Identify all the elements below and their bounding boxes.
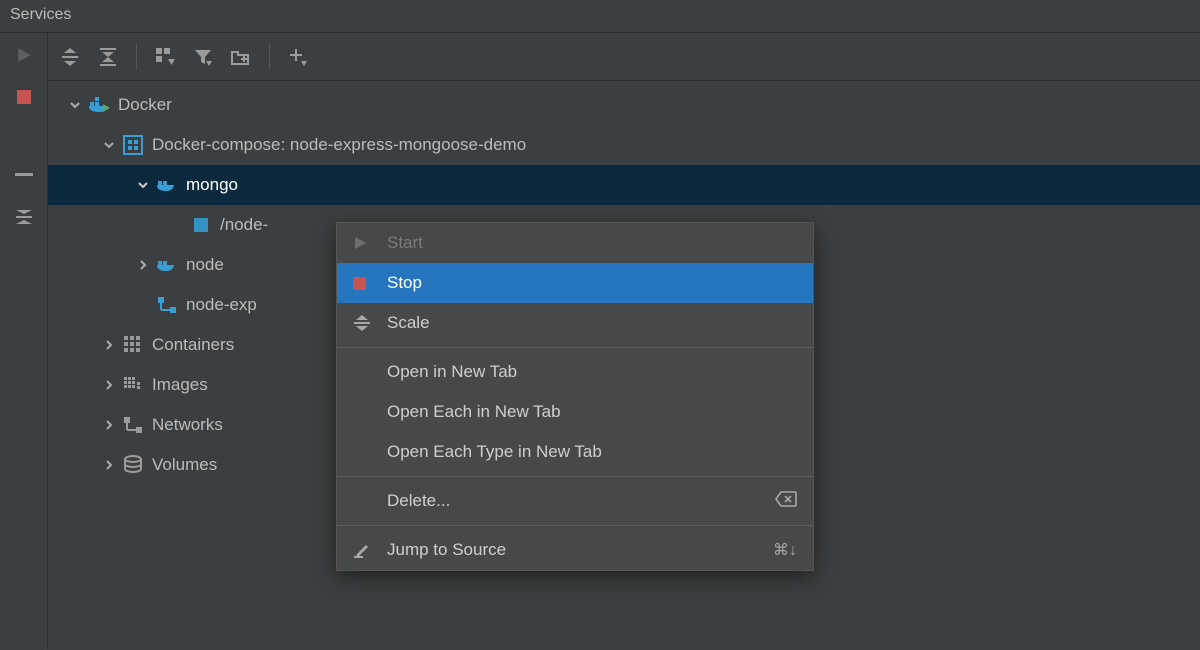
play-icon: [353, 233, 377, 253]
blank-icon: [353, 362, 377, 382]
vertical-toolbar: [0, 33, 48, 649]
expand-arrow-down-icon[interactable]: [66, 96, 84, 114]
menu-open-new-tab[interactable]: Open in New Tab: [337, 352, 813, 392]
tree-node-mongo[interactable]: mongo: [48, 165, 1200, 205]
blank-icon: [353, 491, 377, 511]
minimize-button[interactable]: [12, 163, 36, 187]
tree-node-label: Networks: [152, 415, 223, 435]
tree-node-label: node-exp: [186, 295, 257, 315]
compose-icon: [122, 134, 144, 156]
menu-start[interactable]: Start: [337, 223, 813, 263]
expand-arrow-right-icon[interactable]: [134, 256, 152, 274]
menu-item-label: Open Each Type in New Tab: [387, 442, 602, 462]
tree-node-label: Images: [152, 375, 208, 395]
tree-node-compose[interactable]: Docker-compose: node-express-mongoose-de…: [48, 125, 1200, 165]
menu-delete[interactable]: Delete...: [337, 481, 813, 521]
stop-button[interactable]: [12, 85, 36, 109]
menu-item-label: Open in New Tab: [387, 362, 517, 382]
settings-button[interactable]: [12, 205, 36, 229]
menu-shortcut: ⌘↓: [773, 540, 797, 560]
filter-icon: [194, 48, 212, 66]
collapse-all-button[interactable]: [94, 43, 122, 71]
menu-jump-to-source[interactable]: Jump to Source ⌘↓: [337, 530, 813, 570]
stop-icon: [17, 90, 31, 104]
menu-separator: [337, 525, 813, 526]
expand-window-icon: [14, 208, 34, 226]
toolbar-separator: [136, 44, 137, 70]
menu-open-each-type-new-tab[interactable]: Open Each Type in New Tab: [337, 432, 813, 472]
docker-service-icon: [156, 254, 178, 276]
docker-icon: [88, 94, 110, 116]
add-service-button[interactable]: [284, 43, 312, 71]
tree-node-label: Docker-compose: node-express-mongoose-de…: [152, 135, 526, 155]
containers-icon: [122, 334, 144, 356]
blank-icon: [353, 402, 377, 422]
minimize-icon: [15, 173, 33, 177]
network-icon: [122, 414, 144, 436]
expand-arrow-down-icon[interactable]: [100, 136, 118, 154]
menu-separator: [337, 347, 813, 348]
menu-item-label: Open Each in New Tab: [387, 402, 561, 422]
group-icon: [155, 47, 175, 67]
tree-node-label: node: [186, 255, 224, 275]
collapse-all-icon: [98, 47, 118, 67]
volumes-icon: [122, 454, 144, 476]
context-menu[interactable]: Start Stop Scale Open in New Tab Open Ea…: [336, 222, 814, 571]
expand-arrow-right-icon[interactable]: [100, 456, 118, 474]
menu-open-each-new-tab[interactable]: Open Each in New Tab: [337, 392, 813, 432]
menu-scale[interactable]: Scale: [337, 303, 813, 343]
container-running-icon: [190, 214, 212, 236]
menu-item-label: Scale: [387, 313, 430, 333]
stop-icon: [353, 273, 377, 293]
group-by-button[interactable]: [151, 43, 179, 71]
tree-node-label: Volumes: [152, 455, 217, 475]
toolbar-separator: [269, 44, 270, 70]
menu-stop[interactable]: Stop: [337, 263, 813, 303]
new-tab-icon: [230, 48, 252, 66]
menu-separator: [337, 476, 813, 477]
tree-node-label: /node-: [220, 215, 268, 235]
expand-all-button[interactable]: [56, 43, 84, 71]
images-icon: [122, 374, 144, 396]
menu-item-label: Start: [387, 233, 423, 253]
scale-icon: [353, 313, 377, 333]
blank-icon: [353, 442, 377, 462]
expand-arrow-down-icon[interactable]: [134, 176, 152, 194]
expand-arrow-right-icon[interactable]: [100, 376, 118, 394]
tree-node-docker[interactable]: Docker: [48, 85, 1200, 125]
run-button[interactable]: [12, 43, 36, 67]
filter-button[interactable]: [189, 43, 217, 71]
horizontal-toolbar: [48, 33, 1200, 81]
delete-key-icon: [775, 491, 797, 512]
network-icon: [156, 294, 178, 316]
docker-service-icon: [156, 174, 178, 196]
add-icon: [288, 47, 308, 67]
menu-item-label: Delete...: [387, 491, 450, 511]
new-tab-button[interactable]: [227, 43, 255, 71]
tree-node-label: Docker: [118, 95, 172, 115]
edit-icon: [353, 540, 377, 560]
tree-node-label: Containers: [152, 335, 234, 355]
tree-node-label: mongo: [186, 175, 238, 195]
expand-arrow-right-icon[interactable]: [100, 416, 118, 434]
play-icon: [15, 46, 33, 64]
expand-all-icon: [60, 47, 80, 67]
menu-item-label: Jump to Source: [387, 540, 506, 560]
menu-item-label: Stop: [387, 273, 422, 293]
expand-arrow-right-icon[interactable]: [100, 336, 118, 354]
panel-title: Services: [0, 0, 1200, 33]
